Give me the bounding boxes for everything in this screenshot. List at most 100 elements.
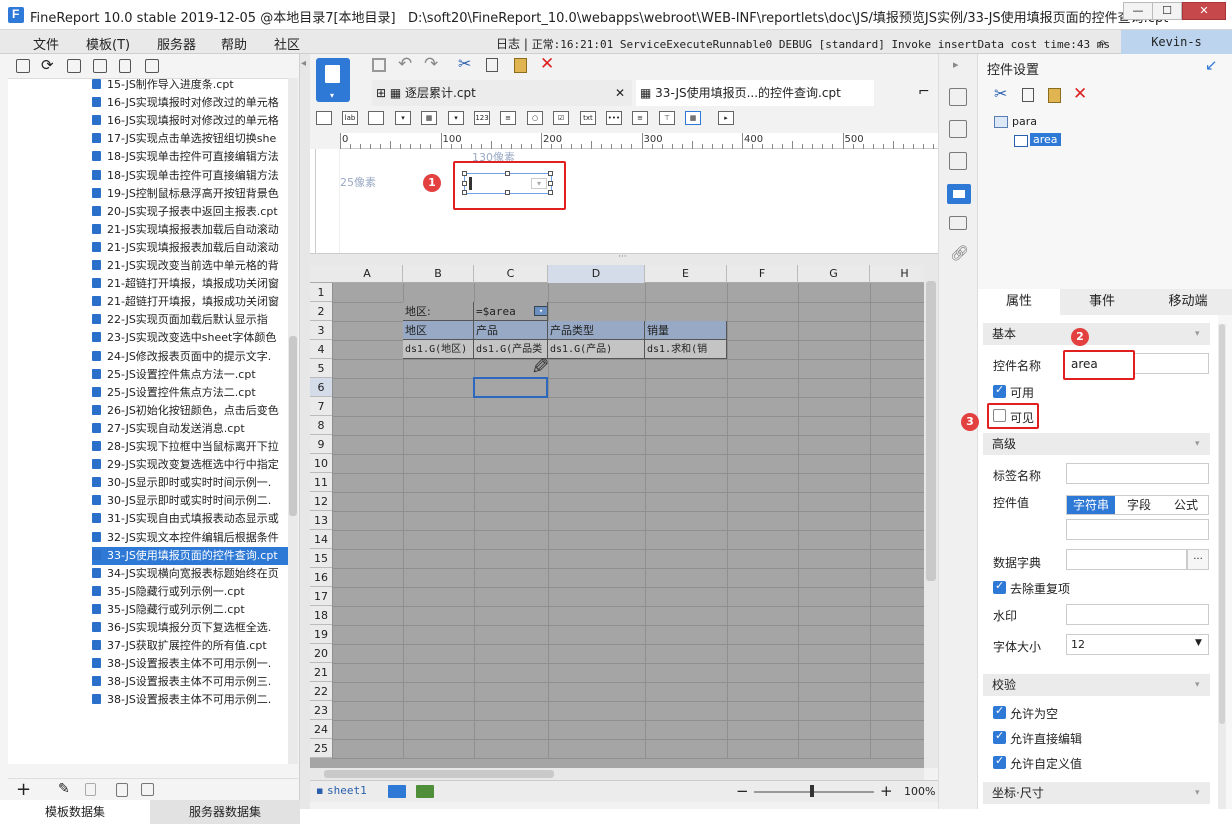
combo-widget-icon[interactable]: ▾ (395, 111, 411, 125)
section-advanced[interactable]: 高级 ▾ (983, 433, 1210, 455)
tree-item[interactable]: 30-JS显示即时或实时时间示例二. (92, 492, 290, 510)
data-cell[interactable]: ds1.G(地区) (403, 340, 474, 359)
dict-browse-button[interactable]: ··· (1187, 549, 1209, 570)
redo-icon[interactable]: ↷ (424, 54, 438, 74)
tab-mobile[interactable]: 移动端 (1144, 289, 1232, 315)
label-name-input[interactable] (1066, 463, 1209, 484)
row-header[interactable]: 9 (310, 435, 332, 454)
minimize-button[interactable]: — (1123, 2, 1153, 20)
watermark-input[interactable] (1066, 604, 1209, 625)
tree-item[interactable]: 33-JS使用填报页面的控件查询.cpt (92, 546, 290, 565)
chevron-down-icon[interactable]: ▼ (1195, 638, 1202, 648)
tree-item[interactable]: 16-JS实现填报时对修改过的单元格 (92, 94, 290, 112)
data-cell[interactable]: ds1.求和(销 (645, 340, 727, 359)
tab-events[interactable]: 事件 (1060, 289, 1144, 315)
props-scrollbar[interactable] (1218, 324, 1226, 809)
row-header[interactable]: 17 (310, 587, 332, 606)
tab-server-dataset[interactable]: 服务器数据集 (150, 800, 300, 824)
copy-icon[interactable] (1022, 88, 1034, 102)
column-header[interactable]: A (332, 265, 403, 283)
remove-icon[interactable] (85, 783, 96, 796)
column-header[interactable]: F (727, 265, 798, 283)
tree-item[interactable]: 18-JS实现单击控件可直接编辑方法 (92, 167, 290, 185)
enabled-checkbox[interactable] (993, 383, 1006, 398)
area-combo-widget[interactable]: ▾ (462, 171, 553, 195)
dataset-settings-icon[interactable] (141, 783, 154, 796)
condition-attr-icon[interactable] (949, 216, 967, 230)
tree-node-area[interactable]: area (1030, 133, 1061, 146)
copy-icon[interactable] (145, 59, 159, 73)
tree-item[interactable]: 29-JS实现改变复选框选中行中指定 (92, 456, 290, 474)
row-header[interactable]: 22 (310, 682, 332, 701)
row-header[interactable]: 12 (310, 492, 332, 511)
row-header[interactable]: 7 (310, 397, 332, 416)
zoom-out-button[interactable]: − (736, 782, 749, 800)
float-element-icon[interactable] (949, 152, 967, 170)
tree-item[interactable]: 38-JS设置报表主体不可用示例二. (92, 691, 290, 709)
widget-name-input[interactable]: area (1063, 350, 1135, 380)
row-header[interactable]: 24 (310, 720, 332, 739)
row-header[interactable]: 16 (310, 568, 332, 587)
allow-custom-checkbox[interactable] (993, 754, 1006, 769)
tree-item[interactable]: 35-JS隐藏行或列示例二.cpt (92, 601, 290, 619)
column-header[interactable]: E (645, 265, 727, 283)
tree-item[interactable]: 16-JS实现填报时对修改过的单元格 (92, 112, 290, 130)
tree-item[interactable]: 21-JS实现改变当前选中单元格的背 (92, 257, 290, 275)
delete-icon[interactable] (119, 59, 131, 73)
header-cell[interactable]: 地区 (403, 321, 474, 340)
row-header[interactable]: 25 (310, 739, 332, 758)
button-widget-icon[interactable] (368, 111, 384, 125)
cell-c2[interactable]: =$area ▾ (474, 302, 548, 321)
menu-server[interactable]: 服务器 (157, 34, 196, 53)
tree-item[interactable]: 23-JS实现改变选中sheet字体颜色 (92, 329, 290, 347)
combo-arrow-icon[interactable]: ▾ (531, 178, 547, 189)
section-validation[interactable]: 校验 ▾ (983, 674, 1210, 696)
row-header[interactable]: 23 (310, 701, 332, 720)
row-header[interactable]: 3 (310, 321, 332, 340)
tree-item[interactable]: 25-JS设置控件焦点方法二.cpt (92, 384, 290, 402)
undo-icon[interactable]: ↶ (398, 54, 412, 74)
table-widget-icon[interactable]: ▦ (685, 111, 701, 125)
password-widget-icon[interactable]: ••• (606, 111, 622, 125)
text-widget-icon[interactable] (316, 111, 332, 125)
row-header[interactable]: 19 (310, 625, 332, 644)
report-type-icon[interactable]: ▾ (316, 58, 350, 102)
menu-help[interactable]: 帮助 (221, 34, 247, 53)
close-button[interactable]: ✕ (1182, 2, 1226, 20)
cut-icon[interactable]: ✂ (994, 84, 1007, 103)
zoom-slider[interactable] (754, 791, 874, 793)
row-header[interactable]: 18 (310, 606, 332, 625)
header-cell[interactable]: 销量 (645, 321, 727, 340)
header-cell[interactable]: 产品 (474, 321, 548, 340)
tree-item[interactable]: 26-JS初始化按钮颜色，点击后变色 (92, 402, 290, 420)
radio-widget-icon[interactable]: ○ (527, 111, 543, 125)
spreadsheet-grid[interactable]: A B C D E F G H 1 2 3 4 5 6 7 8 9 10 11 12 13 14 15 16 17 18 19 20 2… (310, 265, 924, 768)
hyperlink-icon[interactable]: 🔗︎ (950, 244, 969, 262)
row-header[interactable]: 21 (310, 663, 332, 682)
copy-icon[interactable] (486, 58, 498, 72)
section-basic[interactable]: 基本 ▾ (983, 323, 1210, 345)
tree-item[interactable]: 22-JS实现页面加载后默认显示指 (92, 311, 290, 329)
column-header[interactable]: B (403, 265, 474, 283)
tree-item[interactable]: 21-超链打开填报，填报成功关闭窗 (92, 293, 290, 311)
tab-doc-1[interactable]: ⊞ ▦ 逐层累计.cpt ✕ (372, 80, 632, 106)
collapse-arrow-icon[interactable]: ◂ (301, 58, 306, 69)
tree-item[interactable]: 38-JS设置报表主体不可用示例一. (92, 655, 290, 673)
paste-icon[interactable] (514, 58, 527, 73)
delete-icon[interactable]: ✕ (540, 54, 554, 74)
font-size-select[interactable]: 12 ▼ (1066, 634, 1209, 655)
maximize-button[interactable]: ☐ (1152, 2, 1182, 20)
menu-community[interactable]: 社区 (274, 34, 300, 53)
value-mode-field[interactable]: 字段 (1115, 496, 1163, 514)
widget-value-input[interactable] (1066, 519, 1209, 540)
tree-item[interactable]: 25-JS设置控件焦点方法一.cpt (92, 366, 290, 384)
tree-item[interactable]: 31-JS实现自由式填报表动态显示或 (92, 510, 290, 528)
grid-vertical-scrollbar[interactable] (924, 265, 938, 768)
tree-item[interactable]: 37-JS获取扩展控件的所有值.cpt (92, 637, 290, 655)
preview-icon[interactable] (116, 783, 128, 797)
settings-icon[interactable] (93, 59, 107, 73)
row-header[interactable]: 1 (310, 283, 332, 302)
tree-item[interactable]: 20-JS实现子报表中返回主报表.cpt (92, 203, 290, 221)
refresh-icon[interactable]: ⟳ (41, 56, 54, 74)
row-header[interactable]: 13 (310, 511, 332, 530)
